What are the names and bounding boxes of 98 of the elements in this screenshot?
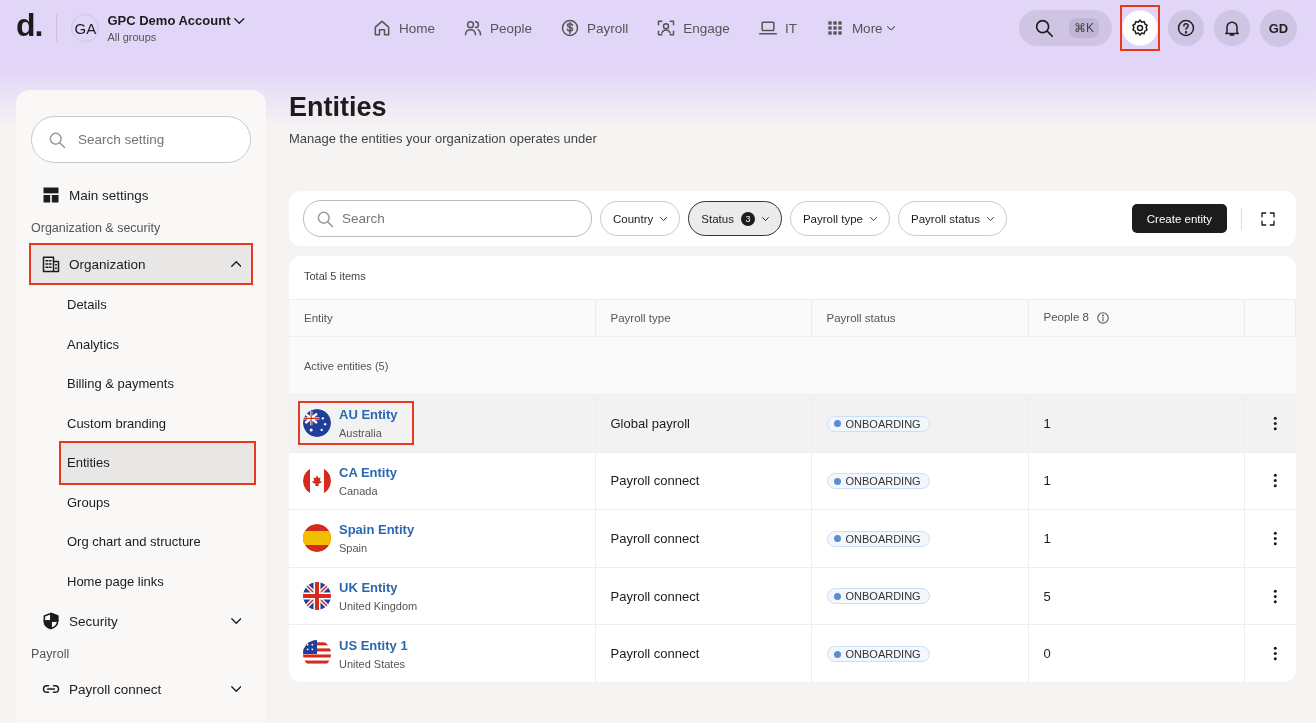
- table-cell: 1: [1028, 452, 1244, 510]
- column-header: Payroll type: [610, 312, 671, 324]
- more-icon: [1273, 588, 1278, 604]
- notifications-button[interactable]: [1214, 10, 1250, 46]
- country-name: United Kingdom: [339, 600, 418, 613]
- nav-link[interactable]: IT: [757, 18, 797, 38]
- more-icon: [1273, 415, 1278, 431]
- shield-icon: [41, 611, 61, 631]
- sidebar-subitem[interactable]: Entities: [61, 443, 254, 483]
- settings-icon: [1130, 18, 1150, 38]
- create-entity-button[interactable]: Create entity: [1131, 204, 1227, 233]
- sidebar-item[interactable]: Main settings: [31, 175, 251, 215]
- filter-dropdown[interactable]: Payroll status: [898, 201, 1007, 236]
- filter-dropdown[interactable]: Status 3: [688, 201, 782, 236]
- entity-link[interactable]: UK Entity: [339, 580, 418, 596]
- more-icon: [1273, 646, 1278, 662]
- table-cell: 1: [1028, 509, 1244, 568]
- country-name: United States: [339, 657, 407, 670]
- table-cell: 1: [1028, 394, 1244, 453]
- chevron-down-icon: [230, 618, 241, 624]
- table-cell: Payroll connect: [595, 509, 811, 568]
- account-name: GPC Demo Account: [107, 13, 231, 28]
- table-cell: Payroll connect: [595, 567, 811, 625]
- building-icon: [41, 254, 61, 274]
- nav-link[interactable]: More: [824, 18, 895, 38]
- table-cell: Payroll connect: [595, 452, 811, 510]
- nav-link[interactable]: Engage: [656, 18, 730, 38]
- table-cell: 5: [1028, 567, 1244, 625]
- sidebar-item[interactable]: Payroll connect: [31, 669, 251, 709]
- flag-icon: [303, 582, 331, 611]
- chevron-down-icon: [761, 216, 769, 221]
- flag-icon: [303, 524, 331, 553]
- home-icon: [372, 18, 392, 38]
- entity-link[interactable]: Spain Entity: [339, 522, 415, 538]
- country-name: Canada: [339, 484, 379, 497]
- page-subtitle: Manage the entities your organization operates under: [289, 131, 598, 146]
- chevron-down-icon: [987, 216, 994, 221]
- search-field[interactable]: Search: [303, 200, 592, 237]
- status-badge: ONBOARDING: [826, 588, 930, 605]
- section-heading: Organization & security: [31, 221, 162, 237]
- more-icon: [1273, 531, 1278, 546]
- nav-link[interactable]: Payroll: [560, 18, 629, 38]
- status-badge: ONBOARDING: [826, 646, 930, 663]
- status-badge: ONBOARDING: [826, 473, 930, 490]
- country-name: Australia: [339, 427, 383, 440]
- flag-icon: [303, 409, 331, 438]
- section-heading: Payroll: [31, 647, 71, 663]
- column-header: People 8: [1043, 311, 1089, 324]
- expand-icon: [1259, 209, 1277, 228]
- status-badge: ONBOARDING: [826, 415, 930, 432]
- entity-link[interactable]: US Entity 1: [339, 637, 408, 653]
- chevron-down-icon: [660, 216, 668, 221]
- sidebar-subitem[interactable]: Billing & payments: [31, 364, 251, 404]
- table-cell: Global payroll: [595, 394, 811, 453]
- chevron-down-icon: [870, 216, 877, 221]
- sidebar-subitem[interactable]: Details: [31, 285, 251, 325]
- dollar-icon: [560, 18, 581, 38]
- sidebar-item[interactable]: Security: [31, 601, 251, 641]
- nav-link[interactable]: Home: [372, 18, 435, 38]
- sidebar-subitem[interactable]: Org chart and structure: [31, 522, 251, 562]
- page-title: Entities: [289, 92, 388, 123]
- sidebar-subitem[interactable]: Analytics: [31, 324, 251, 364]
- column-header: Payroll status: [826, 312, 896, 324]
- table-cell: Payroll connect: [595, 624, 811, 683]
- entity-link[interactable]: AU Entity: [339, 407, 398, 423]
- layout-icon: [41, 185, 61, 205]
- user-avatar[interactable]: GD: [1260, 9, 1297, 47]
- person-frame-icon: [656, 18, 677, 38]
- filter-dropdown[interactable]: Payroll type: [789, 201, 890, 236]
- sidebar-subitem[interactable]: Custom branding: [31, 403, 251, 443]
- sidebar-subitem[interactable]: Home page links: [31, 561, 251, 601]
- nav-link[interactable]: People: [463, 18, 533, 38]
- column-header: Entity: [304, 312, 333, 324]
- status-badge: ONBOARDING: [826, 530, 930, 547]
- sidebar-item[interactable]: Organization: [31, 245, 251, 283]
- count-badge: 3: [740, 211, 755, 226]
- settings-button[interactable]: [1120, 5, 1160, 51]
- country-name: Spain: [339, 542, 369, 555]
- chevron-down-icon: [234, 17, 245, 24]
- chevron-down-icon: [230, 686, 241, 692]
- chevron-up-icon: [230, 261, 241, 267]
- logo[interactable]: d.: [16, 9, 43, 41]
- table-cell: 0: [1028, 624, 1244, 683]
- sidebar-subitem[interactable]: Groups: [31, 482, 251, 522]
- people-icon: [463, 18, 483, 38]
- search-field[interactable]: Search setting: [31, 116, 251, 163]
- search-button[interactable]: ⌘K: [1019, 10, 1112, 46]
- group-label: Active entities (5): [304, 359, 389, 372]
- account-subtitle: All groups: [107, 31, 158, 43]
- entity-link[interactable]: CA Entity: [339, 464, 398, 480]
- search-icon: [1033, 17, 1055, 39]
- filter-dropdown[interactable]: Country: [600, 201, 681, 236]
- item-count: Total 5 items: [303, 269, 367, 284]
- shortcut-key: ⌘K: [1069, 18, 1099, 38]
- help-icon: [1176, 18, 1196, 38]
- more-icon: [1273, 473, 1278, 489]
- help-button[interactable]: [1168, 10, 1204, 46]
- laptop-icon: [757, 18, 778, 38]
